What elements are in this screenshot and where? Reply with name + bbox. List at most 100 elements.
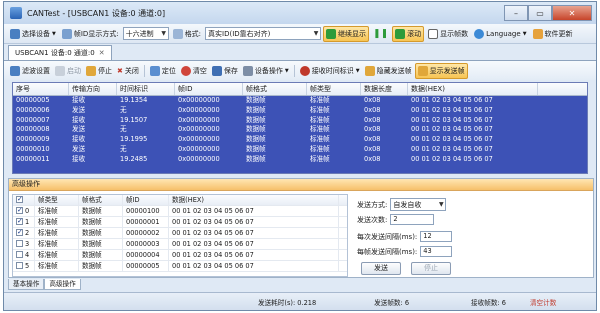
checkbox-icon[interactable]	[16, 240, 23, 247]
table-cell: 无	[120, 144, 127, 153]
minimize-button[interactable]: –	[504, 5, 528, 21]
table-cell: 00 01 02 03 04 05 06 07	[411, 144, 493, 153]
list-cell: 数据帧	[79, 239, 123, 249]
grid-header-cell[interactable]: 帧ID	[175, 83, 243, 95]
close-window-button[interactable]: ✕	[552, 5, 592, 21]
list-item[interactable]: 4 标准帧 数据帧 00000004 00 01 02 03 04 05 06 07	[13, 250, 347, 261]
send-frames-status: 发送帧数: 6	[374, 298, 410, 307]
list-item[interactable]: 2 标准帧数据帧0000000200 01 02 03 04 05 06 07	[13, 227, 347, 239]
filter-button[interactable]: 滤波设置	[8, 63, 52, 79]
row-checkbox-cell[interactable]: 1	[13, 216, 35, 227]
table-cell: 0x08	[364, 144, 381, 153]
checkbox-icon[interactable]	[16, 205, 23, 215]
interval-each-input[interactable]: 12	[420, 231, 453, 242]
locate-button[interactable]: 定位	[148, 63, 178, 79]
checkbox-icon[interactable]	[16, 216, 23, 226]
table-row[interactable]: 00000006 发送 无 0x00000000 数据帧 标准帧 0x08 00 01 02 …	[13, 106, 587, 116]
device-ops-button[interactable]: 设备操作 ▼	[241, 63, 291, 79]
pause-icon: ❚❚	[373, 28, 389, 39]
list-cell: 标准帧	[35, 217, 79, 227]
start-button[interactable]: 启动	[53, 63, 83, 79]
row-checkbox-cell[interactable]: 5	[13, 261, 35, 271]
send-button[interactable]: 发送	[361, 262, 401, 275]
grid-header-cell[interactable]: 帧格式	[243, 83, 307, 95]
select-device-button[interactable]: 选择设备 ▼	[8, 26, 58, 42]
table-row[interactable]: 00000009 接收 19.1995 0x00000000 数据帧 标准帧 0x08 00 …	[13, 135, 587, 145]
grid-header-cell[interactable]: 帧类型	[307, 83, 361, 95]
send-mode-select[interactable]: 自发自收 ▼	[390, 198, 447, 211]
table-cell: 标准帧	[310, 154, 330, 163]
checkbox-icon[interactable]	[16, 227, 23, 237]
tab-advanced-operation[interactable]: 高级操作	[44, 279, 81, 290]
show-frame-count-button[interactable]: 显示帧数	[426, 26, 470, 42]
send-count-row: 发送次数: 2	[357, 214, 435, 225]
grid-header-cell[interactable]: 数据(HEX)	[408, 83, 538, 95]
language-button[interactable]: Language ▼	[472, 26, 528, 42]
close-button[interactable]: ✖ 关闭	[115, 63, 141, 79]
document-icon	[428, 28, 439, 39]
row-checkbox-cell[interactable]: 4	[13, 250, 35, 260]
close-icon[interactable]: ✕	[99, 49, 105, 57]
send-count-label: 发送次数:	[357, 215, 388, 224]
row-index: 2	[25, 229, 30, 237]
row-checkbox-cell[interactable]: 0	[13, 205, 35, 216]
table-row[interactable]: 00000008 发送 无 0x00000000 数据帧 标准帧 0x08 00 01 02 …	[13, 125, 587, 135]
clear-button[interactable]: 清空	[179, 63, 209, 79]
hide-icon	[364, 65, 375, 76]
software-update-button[interactable]: 软件更新	[531, 26, 575, 42]
table-row[interactable]: 00000005 接收 19.1354 0x00000000 数据帧 标准帧 0x08 00 …	[13, 96, 587, 106]
scroll-button[interactable]: 滚动	[392, 25, 425, 42]
format-select[interactable]: 真实ID(ID靠右对齐) ▼	[205, 27, 322, 40]
tab-channel[interactable]: USBCAN1 设备:0 通道:0 ✕	[8, 45, 112, 60]
grid-header-cell[interactable]: 时间标识	[117, 83, 175, 95]
grid-header-cell[interactable]: 数据长度	[361, 83, 408, 95]
separator	[143, 64, 145, 77]
maximize-button[interactable]: ▭	[528, 5, 552, 21]
table-cell: 数据帧	[246, 105, 266, 114]
table-row[interactable]: 00000007 接收 19.1507 0x00000000 数据帧 标准帧 0x08 00 …	[13, 116, 587, 126]
send-list-header-cell: 帧ID	[123, 195, 169, 205]
table-cell: 00 01 02 03 04 05 06 07	[411, 105, 493, 114]
save-button[interactable]: 保存	[210, 63, 240, 79]
stop-icon	[86, 65, 96, 76]
frame-id-mode-select[interactable]: 十六进制 ▼	[122, 27, 169, 40]
pause-button[interactable]: ❚❚	[371, 26, 390, 42]
row-checkbox-cell[interactable]: 3	[13, 239, 35, 249]
list-item[interactable]: 3 标准帧 数据帧 00000003 00 01 02 03 04 05 06 07	[13, 239, 347, 250]
row-checkbox-cell[interactable]: 2	[13, 227, 35, 238]
tab-basic-operation[interactable]: 基本操作	[8, 279, 45, 290]
continue-display-button[interactable]: 继续显示	[323, 25, 370, 42]
send-list-header-checkbox[interactable]	[13, 195, 35, 205]
table-cell: 0x08	[364, 154, 381, 163]
stop-send-button[interactable]: 停止	[411, 262, 451, 275]
table-cell: 接收	[72, 96, 86, 104]
stop-button[interactable]: 停止	[84, 63, 114, 79]
receive-timestamp-button[interactable]: 接收时间标识 ▼	[298, 63, 362, 79]
chevron-down-icon: ▼	[439, 201, 444, 208]
row-index: 4	[25, 251, 30, 259]
table-cell: 00 01 02 03 04 05 06 07	[411, 154, 493, 163]
checkbox-icon[interactable]	[16, 251, 23, 258]
table-cell: 数据帧	[246, 154, 266, 163]
list-item[interactable]: 0 标准帧数据帧0000010000 01 02 03 04 05 06 07	[13, 205, 347, 217]
hide-send-frames-button[interactable]: 隐藏发送帧	[363, 63, 414, 79]
list-item[interactable]: 1 标准帧数据帧0000000100 01 02 03 04 05 06 07	[13, 216, 347, 228]
grid-header-cell[interactable]: 传输方向	[69, 83, 117, 95]
table-cell: 00000011	[16, 154, 50, 163]
clear-count-button[interactable]: 清空计数	[530, 297, 556, 307]
table-cell: 00 01 02 03 04 05 06 07	[411, 115, 493, 124]
save-icon	[211, 65, 222, 76]
table-cell: 接收	[72, 135, 86, 144]
list-item[interactable]: 5 标准帧 数据帧 00000005 00 01 02 03 04 05 06 07	[13, 261, 347, 272]
table-row[interactable]: 00000011 接收 19.2485 0x00000000 数据帧 标准帧 0x08 00 …	[13, 155, 587, 165]
table-cell: 数据帧	[246, 125, 266, 134]
table-cell: 数据帧	[246, 144, 266, 153]
checkbox-icon[interactable]	[16, 262, 23, 269]
send-count-input[interactable]: 2	[390, 214, 435, 225]
interval-frame-input[interactable]: 43	[420, 246, 453, 257]
grid-header-cell[interactable]: 序号	[13, 83, 69, 95]
show-send-frames-button[interactable]: 显示发送帧	[414, 62, 468, 79]
table-row[interactable]: 00000010 发送 无 0x00000000 数据帧 标准帧 0x08 00 01 02 …	[13, 145, 587, 155]
list-cell: 00000003	[123, 239, 169, 249]
table-cell: 标准帧	[310, 135, 330, 144]
